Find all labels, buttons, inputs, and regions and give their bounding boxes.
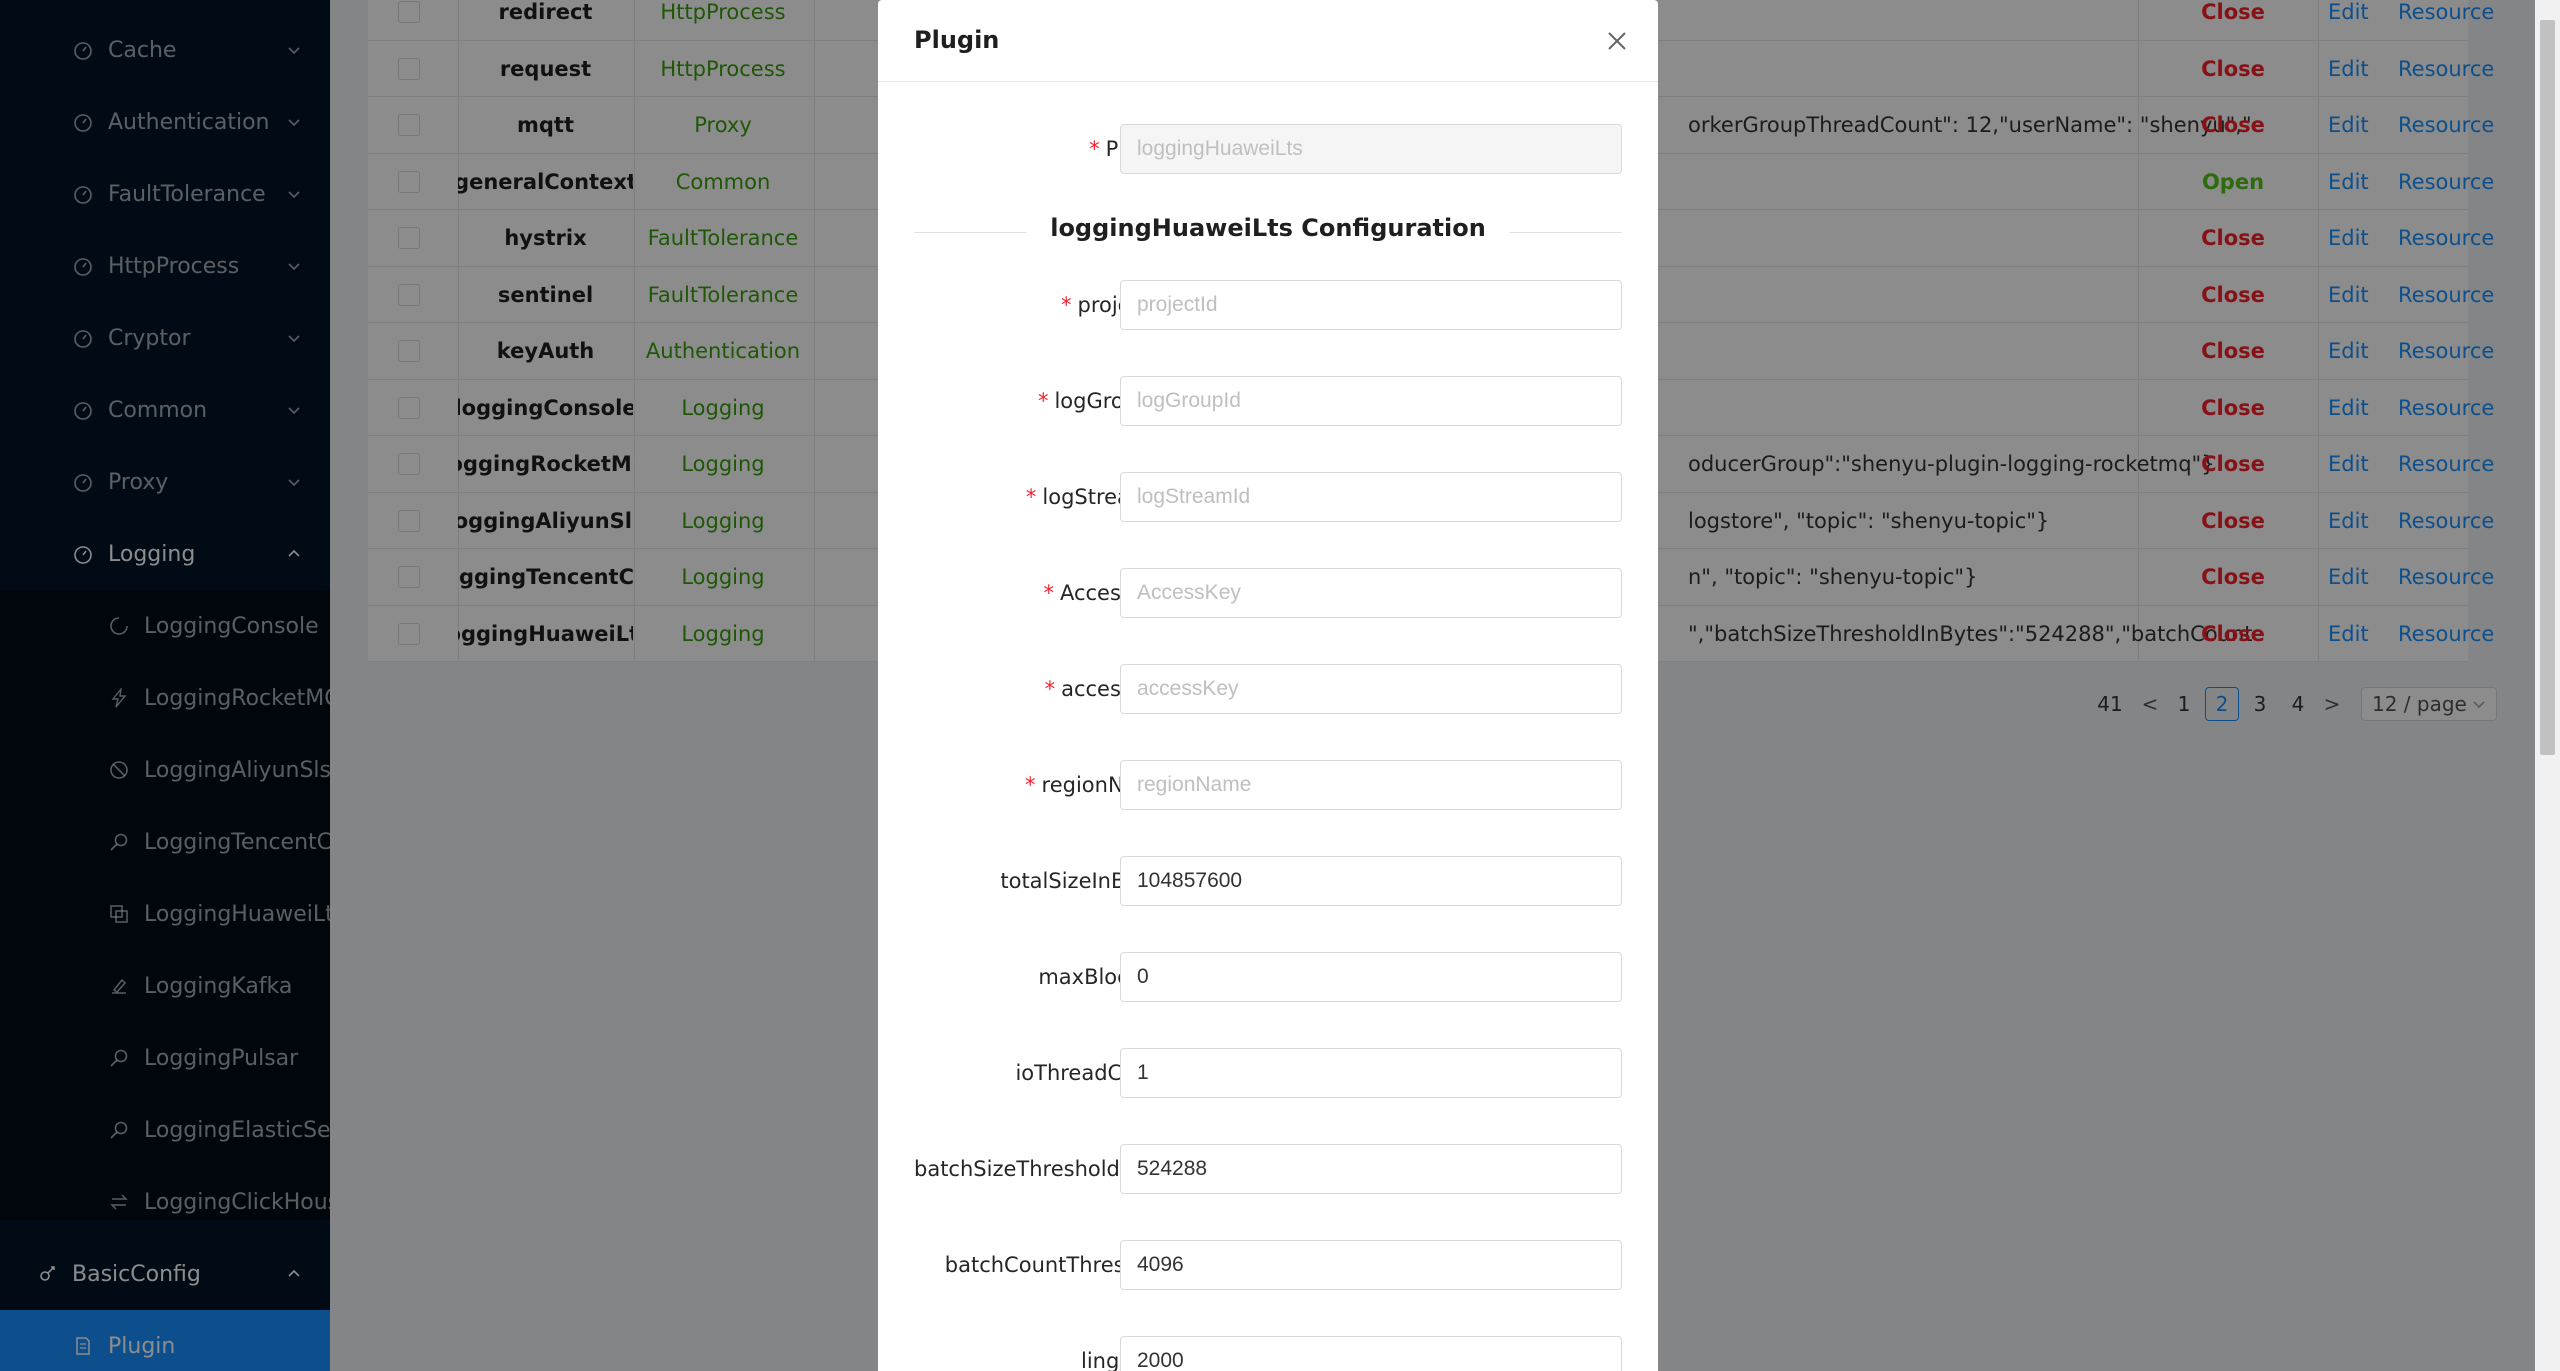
- form-row-accesskey: *accessKey:: [878, 664, 1658, 714]
- required-mark: *: [1043, 581, 1054, 605]
- modal-header: Plugin: [878, 0, 1658, 82]
- projectid-input[interactable]: [1120, 280, 1622, 330]
- required-mark: *: [1061, 293, 1072, 317]
- scrollbar-thumb[interactable]: [2540, 20, 2555, 755]
- plugin-input[interactable]: [1120, 124, 1622, 174]
- close-icon[interactable]: [1602, 26, 1632, 56]
- modal-title: Plugin: [914, 26, 1000, 54]
- logstreamid-input[interactable]: [1120, 472, 1622, 522]
- form-row-iothreadcount: ioThreadCount:: [878, 1048, 1658, 1098]
- loggroupid-input[interactable]: [1120, 376, 1622, 426]
- form-row-plugin: *Plugin:: [878, 124, 1658, 174]
- form-row-batchsizethresholdinbytes: batchSizeThresholdInBytes: [878, 1144, 1658, 1194]
- page-scrollbar[interactable]: [2535, 0, 2560, 1371]
- form-row-projectid: *projectId:: [878, 280, 1658, 330]
- form-row-regionname: *regionName:: [878, 760, 1658, 810]
- required-mark: *: [1044, 677, 1056, 701]
- required-mark: *: [1025, 773, 1036, 797]
- batchsizethresholdinbytes-input[interactable]: [1120, 1144, 1622, 1194]
- lingerms-input[interactable]: [1120, 1336, 1622, 1371]
- totalsizeinbytes-input[interactable]: [1120, 856, 1622, 906]
- form-row-loggroupid: *logGroupId:: [878, 376, 1658, 426]
- form-row-batchcountthreshold: batchCountThreshold:: [878, 1240, 1658, 1290]
- regionname-input[interactable]: [1120, 760, 1622, 810]
- maxblockms-input[interactable]: [1120, 952, 1622, 1002]
- config-section-divider: loggingHuaweiLts Configuration: [914, 210, 1622, 254]
- form-row-totalsizeinbytes: totalSizeInBytes:: [878, 856, 1658, 906]
- form-row-lingerms: lingerMs:: [878, 1336, 1658, 1371]
- required-mark: *: [1037, 389, 1049, 413]
- accesskey-input[interactable]: [1120, 568, 1622, 618]
- required-mark: *: [1089, 137, 1100, 161]
- iothreadcount-input[interactable]: [1120, 1048, 1622, 1098]
- config-section-title: loggingHuaweiLts Configuration: [1026, 214, 1510, 242]
- form-row-accesskey: *AccessKey:: [878, 568, 1658, 618]
- accesskey-input[interactable]: [1120, 664, 1622, 714]
- required-mark: *: [1025, 485, 1037, 509]
- plugin-modal: Plugin loggingHuaweiLts Configuration *P…: [878, 0, 1658, 1371]
- form-row-maxblockms: maxBlockMs:: [878, 952, 1658, 1002]
- form-row-logstreamid: *logStreamId:: [878, 472, 1658, 522]
- batchcountthreshold-input[interactable]: [1120, 1240, 1622, 1290]
